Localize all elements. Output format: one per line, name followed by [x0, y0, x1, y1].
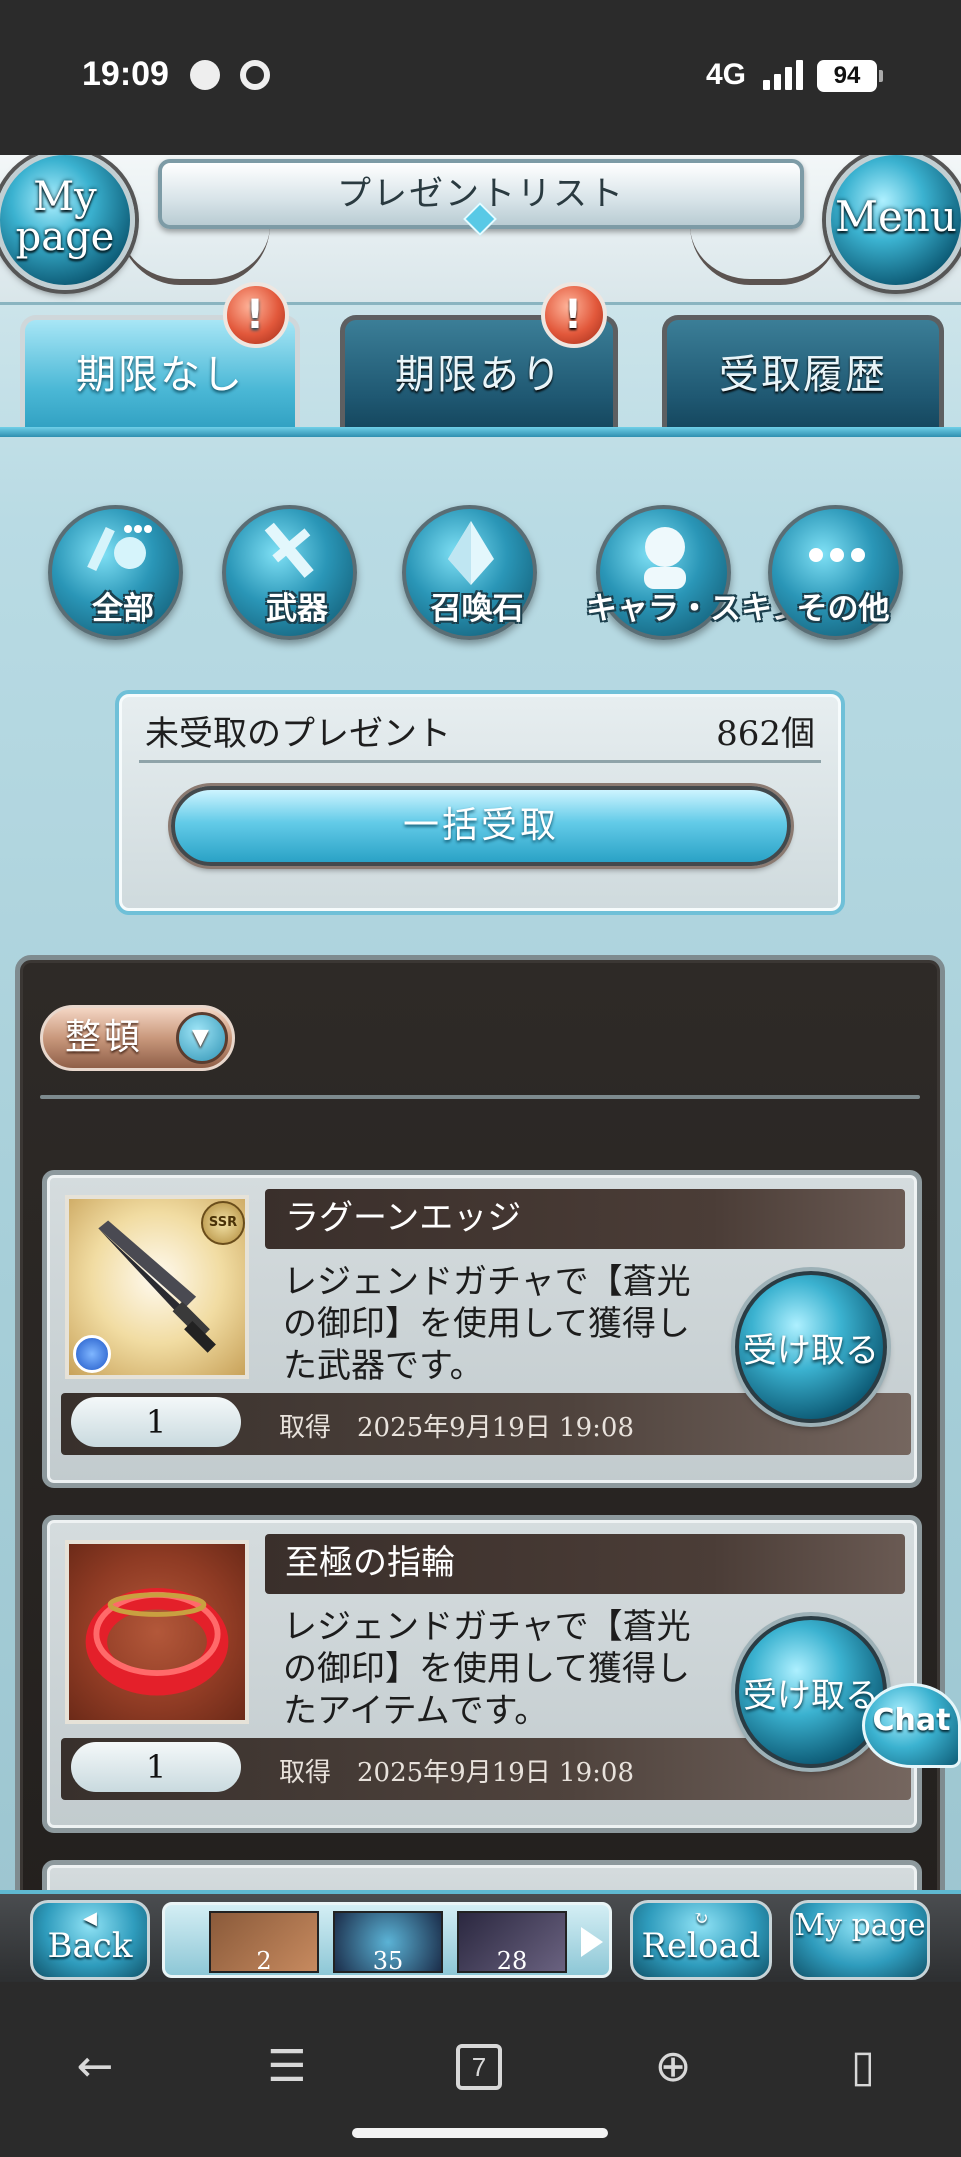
tab-underline	[0, 427, 961, 437]
game-footer: ◀ Back 2 35 28 ↻ Reload My page	[0, 1890, 961, 1982]
filter-label: 召喚石	[430, 591, 524, 627]
tab-with-expiry[interactable]: 期限あり !	[340, 282, 618, 430]
book-icon[interactable]: ▯	[836, 2042, 890, 2092]
item-quantity: 1	[71, 1397, 241, 1447]
item-quantity: 1	[71, 1742, 241, 1792]
header-ornament-left	[120, 225, 270, 285]
browser-nav-bar: ← ☰ 7 ⊕ ▯	[0, 1982, 961, 2157]
present-item: SSR ラグーンエッジ レジェンドガチャで【蒼光の御印】を使用して獲得した武器で…	[42, 1170, 922, 1488]
reload-label: Reload	[641, 1926, 761, 1966]
receive-button[interactable]: 受け取る	[735, 1616, 887, 1768]
quick-slot[interactable]: 2	[209, 1911, 319, 1975]
receive-button[interactable]: 受け取る	[735, 1271, 887, 1423]
quick-slot[interactable]: 35	[333, 1911, 443, 1975]
filter-label: その他	[796, 591, 890, 627]
network-type: 4G	[706, 58, 747, 91]
present-list-panel: 整頓 ▼ SSR ラグーンエッジ レジェンドガチャで【蒼光の御印】を使用して獲得…	[15, 955, 945, 1982]
battery-icon: 94	[817, 60, 883, 92]
filter-label: キャラ・スキン	[586, 591, 803, 627]
quick-slots: 2 35 28	[162, 1902, 612, 1978]
tab-label: 受取履歴	[719, 352, 887, 398]
element-icon	[73, 1335, 111, 1373]
all-icon	[87, 525, 152, 572]
filter-weapon[interactable]: 武器	[222, 505, 357, 640]
footer-mypage-button[interactable]: My page	[790, 1900, 930, 1980]
tab-history[interactable]: 受取履歴	[662, 315, 944, 430]
chevron-down-icon: ▼	[176, 1012, 228, 1064]
tab-no-expiry[interactable]: 期限なし !	[20, 282, 300, 435]
status-bar: 19:09 4G 94	[0, 0, 961, 155]
back-arrow-icon[interactable]: ←	[68, 2042, 122, 2092]
red-ring-icon	[85, 1588, 229, 1696]
back-label: Back	[47, 1926, 133, 1966]
header-bar: プレゼントリスト	[0, 155, 961, 305]
tabs-count-icon[interactable]: 7	[456, 2044, 502, 2090]
unclaimed-label: 未受取のプレゼント	[145, 714, 451, 754]
more-icon	[809, 548, 865, 562]
quick-slot[interactable]: 28	[457, 1911, 567, 1975]
filter-all[interactable]: 全部	[48, 505, 183, 640]
menu-icon[interactable]: ☰	[260, 2042, 314, 2092]
character-icon	[644, 527, 686, 589]
game-screen: プレゼントリスト My page Menu 期限なし ! 期限あり ! 受取履歴…	[0, 155, 961, 1982]
chat-button[interactable]: Chat	[862, 1683, 961, 1768]
item-description: レジェンドガチャで【蒼光の御印】を使用して獲得したアイテムです。	[283, 1607, 691, 1731]
bookmark-add-icon[interactable]: ⊕	[646, 2042, 700, 2092]
signal-icon	[763, 60, 805, 90]
filter-label: 武器	[266, 591, 328, 627]
bulk-receive-button[interactable]: 一括受取	[171, 786, 791, 866]
chrome-icon	[240, 60, 270, 90]
filter-character[interactable]: キャラ・スキン	[586, 505, 802, 640]
filter-summon[interactable]: 召喚石	[402, 505, 537, 640]
present-item: 至極の指輪 レジェンドガチャで【蒼光の御印】を使用して獲得したアイテムです。 1…	[42, 1515, 922, 1833]
divider	[40, 1095, 920, 1099]
rarity-badge: SSR	[201, 1201, 245, 1245]
item-name: 至極の指輪	[265, 1534, 905, 1594]
unclaimed-panel: 未受取のプレゼント 862個 一括受取	[115, 690, 845, 915]
line-app-icon	[190, 60, 220, 90]
alert-icon: !	[541, 282, 607, 348]
back-button[interactable]: ◀ Back	[30, 1900, 150, 1980]
menu-button[interactable]: Menu	[826, 155, 961, 290]
divider	[139, 760, 821, 763]
clock: 19:09	[82, 55, 169, 93]
next-arrow-icon[interactable]	[581, 1927, 603, 1957]
alert-icon: !	[223, 282, 289, 348]
tab-bar: 期限なし ! 期限あり ! 受取履歴	[0, 282, 961, 435]
crystal-icon	[448, 521, 494, 585]
home-indicator[interactable]	[352, 2128, 608, 2138]
sort-button[interactable]: 整頓 ▼	[40, 1005, 235, 1071]
filter-other[interactable]: その他	[768, 505, 903, 640]
filter-label: 全部	[92, 591, 154, 627]
item-thumbnail	[65, 1540, 249, 1724]
header-ornament-right	[690, 225, 840, 285]
reload-button[interactable]: ↻ Reload	[630, 1900, 772, 1980]
item-name: ラグーンエッジ	[265, 1189, 905, 1249]
item-acquired-date: 取得 2025年9月19日 19:08	[279, 1413, 634, 1443]
unclaimed-count: 862個	[716, 714, 815, 754]
sort-label: 整頓	[65, 1017, 144, 1058]
item-description: レジェンドガチャで【蒼光の御印】を使用して獲得した武器です。	[283, 1262, 691, 1386]
item-acquired-date: 取得 2025年9月19日 19:08	[279, 1758, 634, 1788]
tab-label: 期限あり	[395, 352, 563, 398]
sword-icon	[264, 522, 314, 578]
tab-label: 期限なし	[76, 352, 244, 398]
